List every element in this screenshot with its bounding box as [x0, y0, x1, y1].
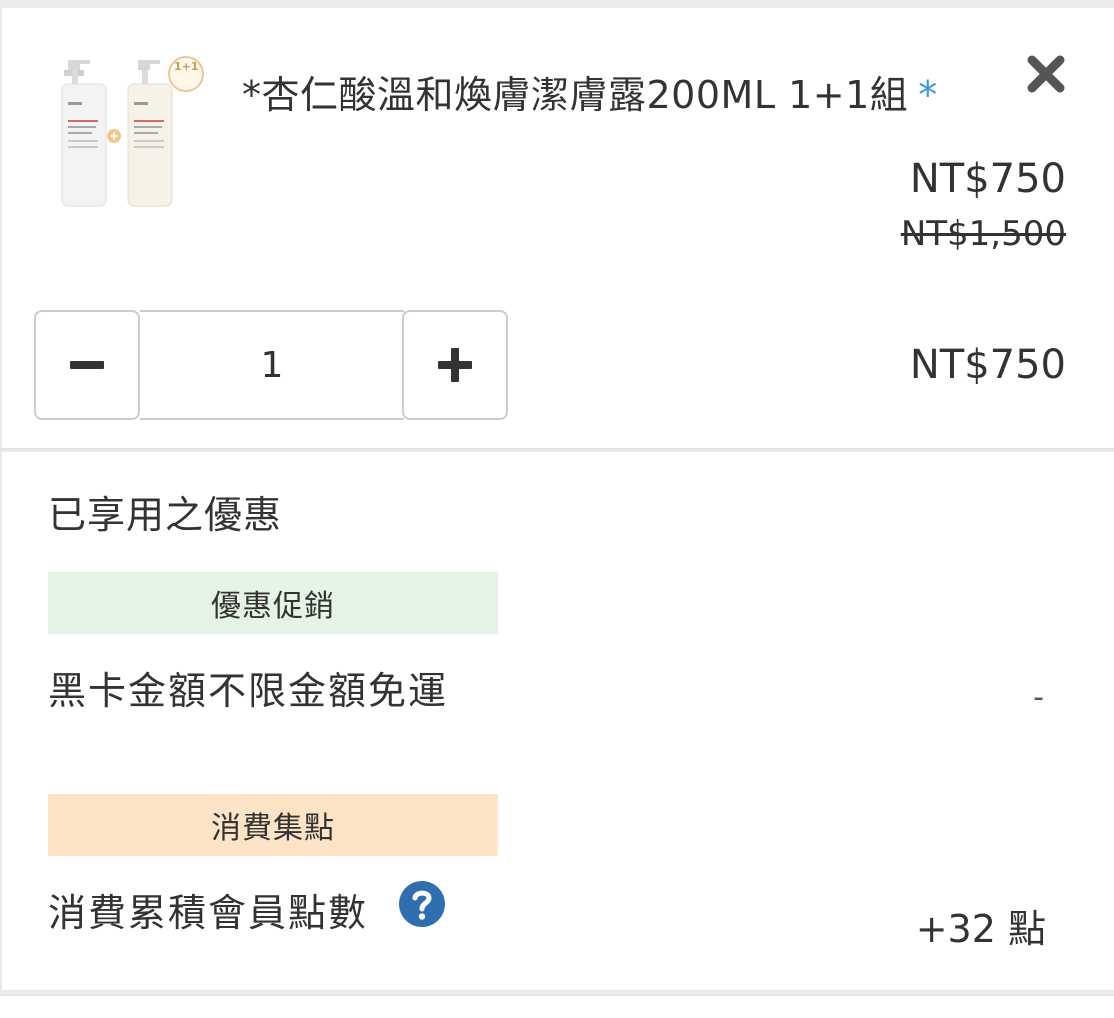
product-title-text: *杏仁酸溫和煥膚潔膚露200ML 1+1組	[242, 73, 909, 117]
question-circle-icon[interactable]	[398, 880, 446, 928]
plus-icon	[438, 348, 472, 382]
product-title[interactable]: *杏仁酸溫和煥膚潔膚露200ML 1+1組 *	[242, 64, 938, 119]
cart-item-card: 1+1 *杏仁酸溫和煥膚潔膚露200ML 1+1組 * NT$750 NT$1,5…	[0, 8, 1114, 450]
points-value: +32 點	[915, 907, 1046, 951]
quantity-input[interactable]	[140, 310, 404, 420]
image-badge-text: 1+1	[174, 60, 199, 73]
line-total: NT$750	[909, 342, 1066, 388]
product-image[interactable]: 1+1	[50, 40, 210, 220]
close-icon[interactable]	[1026, 54, 1066, 94]
promo-name: 黑卡金額不限金額免運	[48, 669, 449, 713]
applied-promotions-section: 已享用之優惠 優惠促銷 黑卡金額不限金額免運 - 消費集點 消費累積會員點數 +…	[0, 452, 1114, 990]
increase-quantity-button[interactable]	[402, 310, 508, 420]
next-section-edge	[0, 994, 1114, 1018]
decrease-quantity-button[interactable]	[34, 310, 140, 420]
quantity-stepper	[34, 310, 512, 422]
price-original: NT$1,500	[900, 214, 1066, 254]
promo-value: -	[1033, 680, 1044, 715]
minus-icon	[70, 361, 104, 369]
points-badge: 消費集點	[48, 794, 498, 856]
section-title: 已享用之優惠	[48, 493, 283, 537]
required-mark: *	[918, 73, 938, 117]
points-name: 消費累積會員點數	[48, 891, 369, 935]
price-current: NT$750	[909, 156, 1066, 202]
promo-badge: 優惠促銷	[48, 572, 498, 634]
